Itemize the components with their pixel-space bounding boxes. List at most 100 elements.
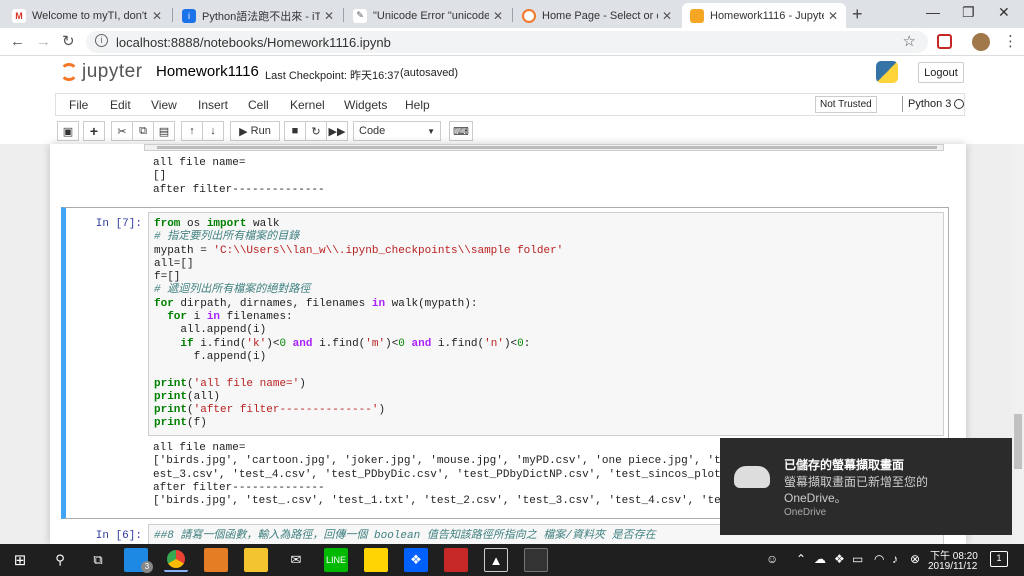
task-view-icon[interactable]: ⧉ — [86, 548, 110, 572]
onedrive-tray-icon[interactable]: ☁ — [814, 552, 826, 566]
battery-icon[interactable]: ▭ — [852, 552, 863, 566]
autosave-status: (autosaved) — [400, 67, 459, 79]
paste-icon[interactable]: ▤ — [153, 121, 175, 141]
search-icon[interactable]: ⚲ — [48, 548, 72, 572]
notebook-name[interactable]: Homework1116 — [156, 63, 259, 80]
url-field[interactable]: i localhost:8888/notebooks/Homework1116.… — [86, 31, 928, 53]
windows-start-icon[interactable]: ⊞ — [8, 548, 32, 572]
notification-badge: 3 — [141, 561, 153, 573]
line-icon[interactable]: LINE — [324, 548, 348, 572]
cut-icon[interactable]: ✂ — [111, 121, 133, 141]
close-tab-icon[interactable]: ✕ — [324, 9, 334, 23]
jupyter-logo-icon[interactable] — [60, 63, 78, 81]
avatar[interactable] — [972, 33, 990, 51]
volume-icon[interactable]: ♪ — [892, 552, 898, 566]
chevron-down-icon: ▼ — [427, 126, 435, 136]
jupyter-logo-text[interactable]: jupyter — [82, 61, 143, 83]
terminal-icon[interactable] — [524, 548, 548, 572]
ime-icon[interactable]: ⊗ — [910, 552, 920, 566]
tab-ithome[interactable]: i Python語法跑不出來 - iT 邦 ✕ — [174, 3, 342, 28]
scrollbar-thumb[interactable] — [1014, 414, 1022, 469]
menu-cell[interactable]: Cell — [248, 98, 269, 112]
jupyter-icon — [522, 8, 536, 23]
menu-bar: File Edit View Insert Cell Kernel Widget… — [55, 93, 965, 116]
code-editor[interactable]: from os import walk # 指定要列出所有檔案的目錄 mypat… — [148, 212, 944, 436]
notification-body: OneDrive。 — [784, 491, 847, 505]
sticky-notes-icon[interactable] — [364, 548, 388, 572]
restart-run-all-icon[interactable]: ▶▶ — [326, 121, 348, 141]
menu-view[interactable]: View — [151, 98, 177, 112]
onedrive-notification[interactable]: 已儲存的螢幕擷取畫面 螢幕擷取畫面已新增至您的 OneDrive。 OneDri… — [720, 438, 1012, 535]
notification-body: 螢幕擷取畫面已新增至您的 — [784, 475, 929, 489]
checkpoint-status: Last Checkpoint: 昨天16:37 — [265, 70, 400, 82]
move-down-icon[interactable]: ↓ — [202, 121, 224, 141]
chrome-icon[interactable] — [164, 548, 188, 572]
close-tab-icon[interactable]: ✕ — [493, 9, 503, 23]
tab-homework1116[interactable]: Homework1116 - Jupyter ✕ — [682, 3, 846, 28]
people-icon[interactable]: ☺ — [766, 552, 778, 566]
logout-button[interactable]: Logout — [918, 62, 964, 83]
menu-insert[interactable]: Insert — [198, 98, 228, 112]
wifi-icon[interactable]: ◠ — [874, 552, 884, 566]
menu-kebab-icon[interactable]: ⋮ — [1003, 32, 1018, 50]
file-explorer-icon[interactable] — [244, 548, 268, 572]
pencil-icon: ✎ — [353, 8, 367, 23]
clock-date[interactable]: 2019/11/12 — [928, 561, 977, 572]
clock-time[interactable]: 下午 08:20 — [930, 547, 978, 562]
reload-icon[interactable]: ↻ — [62, 32, 75, 50]
code-comment: ##8 請寫一個函數，輸入為路徑，回傳一個 boolean 值告知該路徑所指向之… — [154, 530, 656, 542]
close-tab-icon[interactable]: ✕ — [662, 9, 672, 23]
gmail-icon: M — [12, 8, 26, 23]
move-up-icon[interactable]: ↑ — [181, 121, 203, 141]
dropbox-tray-icon[interactable]: ❖ — [834, 552, 845, 566]
run-icon: ▶ — [239, 125, 248, 138]
chevron-up-icon[interactable]: ⌃ — [796, 552, 806, 566]
ithome-icon: i — [182, 8, 196, 23]
photos-icon[interactable]: ▲ — [484, 548, 508, 572]
tab-myti[interactable]: M Welcome to myTI, don't fo ✕ — [4, 3, 170, 28]
cell-prompt: In [6]: — [95, 530, 142, 542]
horizontal-scrollbar[interactable] — [144, 144, 944, 151]
tab-unicode-error[interactable]: ✎ "Unicode Error "unicodee ✕ — [345, 3, 511, 28]
menu-kernel[interactable]: Kernel — [290, 98, 325, 112]
back-icon[interactable]: ← — [10, 33, 25, 50]
restart-icon[interactable]: ↻ — [305, 121, 327, 141]
bookmark-star-icon[interactable]: ☆ — [903, 32, 916, 50]
info-icon[interactable]: i — [95, 34, 108, 47]
save-icon[interactable]: ▣ — [57, 121, 79, 141]
menu-file[interactable]: File — [69, 98, 88, 112]
run-button[interactable]: ▶ Run — [230, 121, 280, 141]
forward-icon[interactable]: → — [36, 33, 51, 50]
cloud-icon — [734, 466, 770, 488]
cell-type-select[interactable]: Code ▼ — [353, 121, 441, 141]
insert-cell-icon[interactable]: + — [83, 121, 105, 141]
scrollbar-thumb[interactable] — [157, 146, 937, 149]
dropbox-icon[interactable]: ❖ — [404, 548, 428, 572]
mail-icon[interactable]: ✉ — [284, 548, 308, 572]
notebook-toolbar: ▣ + ✂ ⧉ ▤ ↑ ↓ ▶ Run ■ ↻ ▶▶ Code ▼ ⌨ — [55, 119, 965, 143]
extension-icon[interactable] — [937, 34, 952, 49]
interrupt-icon[interactable]: ■ — [284, 121, 306, 141]
page-scrollbar[interactable] — [1012, 144, 1024, 544]
browser-icon[interactable] — [204, 548, 228, 572]
shield-app-icon[interactable] — [444, 548, 468, 572]
browser-tab-bar: M Welcome to myTI, don't fo ✕ i Python語法… — [0, 0, 1024, 28]
not-trusted-badge[interactable]: Not Trusted — [815, 96, 877, 113]
tab-home-page[interactable]: Home Page - Select or cre ✕ — [514, 3, 680, 28]
chrome-logo — [167, 550, 185, 568]
cell-prompt: In [7]: — [95, 218, 142, 230]
menu-edit[interactable]: Edit — [110, 98, 131, 112]
menu-help[interactable]: Help — [405, 98, 430, 112]
cell-output: all file name= ['birds.jpg', 'cartoon.jpg… — [153, 442, 761, 508]
close-window-icon[interactable]: ✕ — [998, 4, 1010, 21]
menu-widgets[interactable]: Widgets — [344, 98, 387, 112]
close-tab-icon[interactable]: ✕ — [152, 9, 162, 23]
keyboard-icon[interactable]: ⌨ — [449, 121, 473, 141]
copy-icon[interactable]: ⧉ — [132, 121, 154, 141]
notebook-icon — [690, 8, 704, 23]
action-center-icon[interactable]: 1 — [990, 551, 1008, 567]
minimize-icon[interactable]: — — [926, 4, 940, 20]
restore-icon[interactable]: ❐ — [962, 4, 975, 21]
close-tab-icon[interactable]: ✕ — [828, 9, 838, 23]
new-tab-button[interactable]: + — [852, 4, 863, 25]
